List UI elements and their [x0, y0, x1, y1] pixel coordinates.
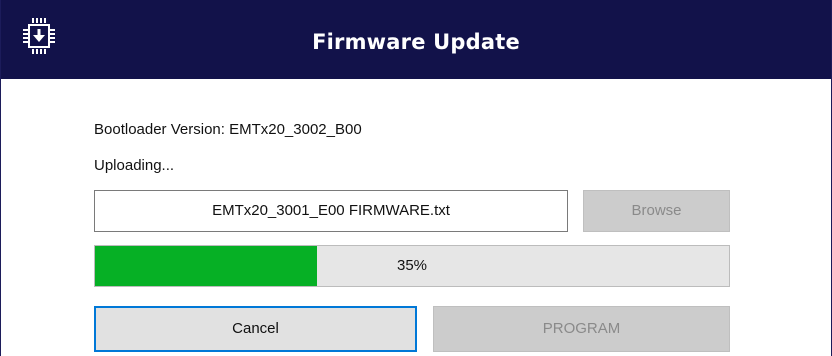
- firmware-update-window: Firmware Update Bootloader Version: EMTx…: [0, 0, 832, 356]
- cancel-button[interactable]: Cancel: [94, 306, 417, 352]
- firmware-file-field[interactable]: EMTx20_3001_E00 FIRMWARE.txt: [94, 190, 568, 232]
- progress-percent-label: 35%: [396, 257, 428, 274]
- title-bar: Firmware Update: [1, 0, 831, 79]
- program-button[interactable]: PROGRAM: [433, 306, 730, 352]
- window-title: Firmware Update: [312, 30, 520, 54]
- browse-button[interactable]: Browse: [583, 190, 730, 232]
- upload-progress-bar: 35%: [94, 245, 730, 287]
- upload-status-label: Uploading...: [94, 157, 175, 174]
- bootloader-version-label: Bootloader Version: EMTx20_3002_B00: [94, 121, 362, 138]
